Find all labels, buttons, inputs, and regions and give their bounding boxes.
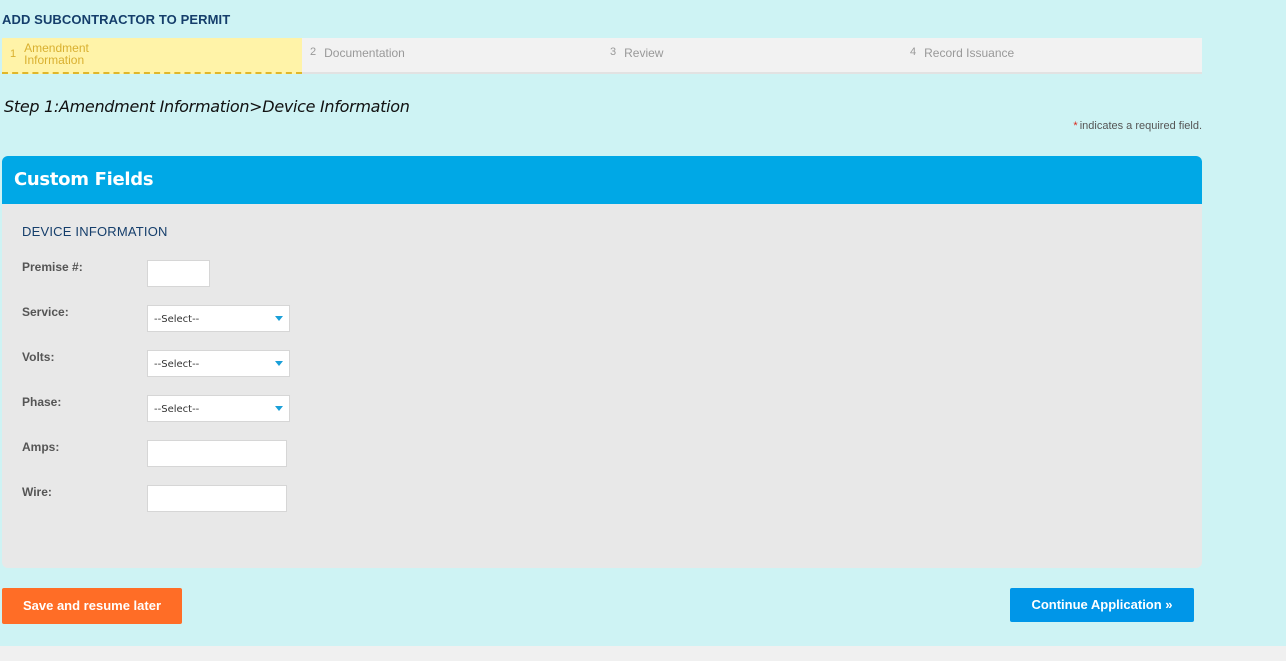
premise-label: Premise #: [22, 260, 83, 274]
step-number: 3 [610, 46, 617, 58]
page-title: ADD SUBCONTRACTOR TO PERMIT [2, 12, 231, 27]
continue-application-button[interactable]: Continue Application » [1010, 588, 1194, 622]
amps-input[interactable] [147, 440, 287, 467]
section-title: DEVICE INFORMATION [22, 224, 168, 239]
step-documentation: 2 Documentation [302, 38, 602, 74]
premise-input[interactable] [147, 260, 210, 287]
chevron-down-icon [275, 406, 283, 411]
phase-label: Phase: [22, 395, 62, 409]
step-progress-bar: 1 Amendment Information 2 Documentation … [2, 38, 1202, 74]
step-number: 1 [10, 48, 17, 60]
amps-label: Amps: [22, 440, 60, 454]
step-label: Documentation [324, 46, 405, 60]
step-label: Review [624, 46, 664, 60]
step-label: Amendment Information [24, 41, 89, 67]
wire-input[interactable] [147, 485, 287, 512]
phase-select[interactable]: --Select-- [147, 395, 290, 422]
chevron-down-icon [275, 316, 283, 321]
service-label: Service: [22, 305, 69, 319]
required-star: * [1073, 120, 1078, 132]
volts-label: Volts: [22, 350, 55, 364]
step-number: 4 [910, 46, 917, 58]
volts-selected-value: --Select-- [154, 359, 200, 370]
panel-title: Custom Fields [2, 156, 1202, 204]
required-field-note: * indicates a required field. [1073, 120, 1202, 132]
save-and-resume-button[interactable]: Save and resume later [2, 588, 182, 624]
wire-label: Wire: [22, 485, 52, 499]
service-selected-value: --Select-- [154, 314, 200, 325]
step-record-issuance: 4 Record Issuance [902, 38, 1202, 74]
step-amendment-information: 1 Amendment Information [2, 38, 302, 74]
step-title: Step 1:Amendment Information>Device Info… [4, 97, 410, 116]
service-select[interactable]: --Select-- [147, 305, 290, 332]
phase-selected-value: --Select-- [154, 404, 200, 415]
step-number: 2 [310, 46, 317, 58]
custom-fields-panel: Custom Fields DEVICE INFORMATION Premise… [2, 156, 1202, 568]
volts-select[interactable]: --Select-- [147, 350, 290, 377]
step-label: Record Issuance [924, 46, 1015, 60]
step-review: 3 Review [602, 38, 902, 74]
chevron-down-icon [275, 361, 283, 366]
required-note-text: indicates a required field. [1079, 120, 1202, 132]
footer-strip [0, 646, 1286, 661]
